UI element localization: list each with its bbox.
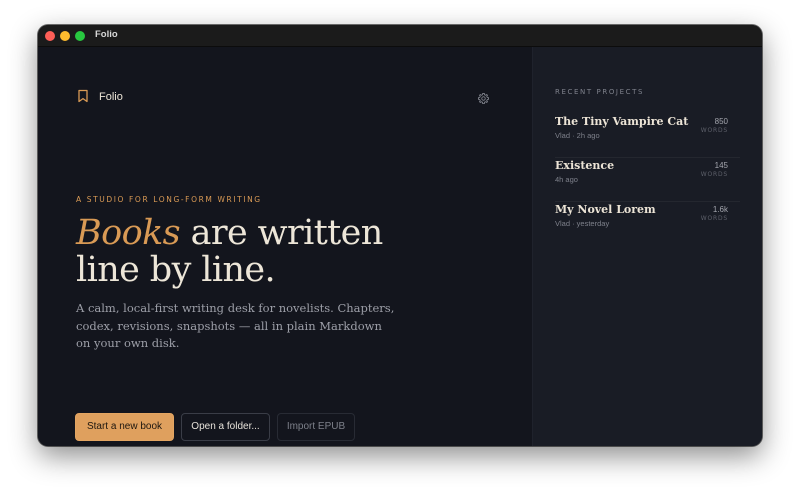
headline-text: are written <box>180 213 384 253</box>
project-word-count: 1.6k <box>712 205 728 214</box>
project-word-unit: WORDS <box>700 171 728 178</box>
zoom-window-button[interactable] <box>75 31 85 41</box>
import-epub-button[interactable]: Import EPUB <box>277 413 355 441</box>
recent-projects-panel: RECENT PROJECTS The Tiny Vampire Cat Vla… <box>532 47 762 446</box>
project-word-count: 850 <box>714 117 728 126</box>
project-item[interactable]: My Novel Lorem Vlad · yesterday 1.6k WOR… <box>555 203 740 245</box>
welcome-panel: Folio A STUDIO FOR LONG-FORM WRITING Boo… <box>38 47 532 446</box>
project-meta: Vlad · 2h ago <box>555 131 600 140</box>
window-title: Folio <box>95 29 118 40</box>
bookmark-icon <box>78 89 88 103</box>
open-folder-button[interactable]: Open a folder... <box>181 413 270 441</box>
project-word-unit: WORDS <box>700 215 728 222</box>
project-meta: 4h ago <box>555 175 578 184</box>
project-word-count: 145 <box>714 161 728 170</box>
headline-accent: Books <box>76 213 181 253</box>
project-word-unit: WORDS <box>700 127 728 134</box>
project-item[interactable]: Existence 4h ago 145 WORDS <box>555 159 740 202</box>
close-window-button[interactable] <box>45 31 55 41</box>
hero-description: A calm, local-first writing desk for nov… <box>76 301 395 350</box>
gear-icon[interactable] <box>477 92 490 105</box>
project-title: The Tiny Vampire Cat <box>555 115 689 128</box>
tagline-eyebrow: A STUDIO FOR LONG-FORM WRITING <box>76 195 262 204</box>
project-title: Existence <box>555 159 615 172</box>
app-window: Folio Folio A STUDIO FOR LONG-FORM WRITI… <box>38 25 762 446</box>
recent-projects-heading: RECENT PROJECTS <box>555 88 645 96</box>
headline-line-two: line by line. <box>76 250 276 290</box>
start-new-book-button[interactable]: Start a new book <box>75 413 174 441</box>
project-title: My Novel Lorem <box>555 203 656 216</box>
title-bar[interactable]: Folio <box>38 25 762 47</box>
minimize-window-button[interactable] <box>60 31 70 41</box>
project-meta: Vlad · yesterday <box>555 219 610 228</box>
hero-headline: Books are written line by line. <box>76 215 496 289</box>
project-item[interactable]: The Tiny Vampire Cat Vlad · 2h ago 850 W… <box>555 115 740 158</box>
brand-name: Folio <box>99 91 123 103</box>
